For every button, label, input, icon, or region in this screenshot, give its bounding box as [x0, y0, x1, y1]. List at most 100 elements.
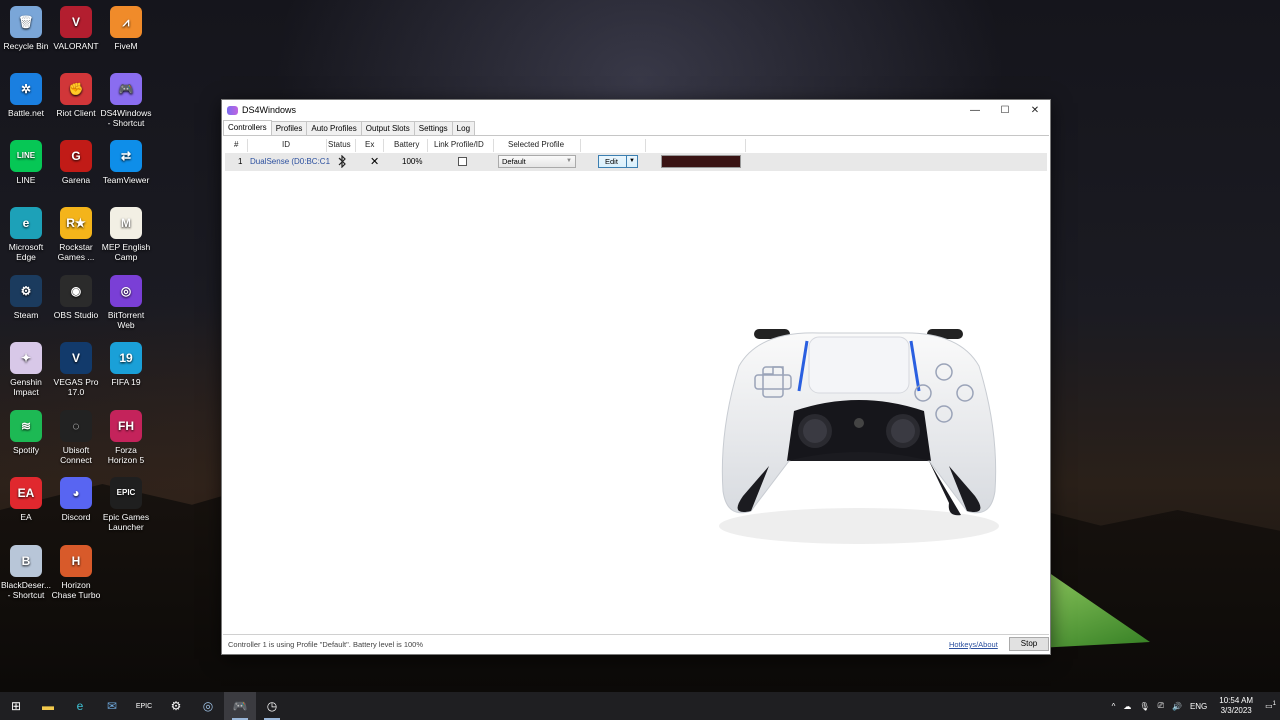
network-icon[interactable]: ⎚ [1158, 701, 1164, 711]
desktop-shortcut[interactable]: ◌ Ubisoft Connect [50, 410, 102, 465]
desktop-shortcut[interactable]: B BlackDeser... - Shortcut [0, 545, 52, 600]
desktop-shortcut-label: VALORANT [53, 41, 99, 51]
desktop-shortcut[interactable]: ✊ Riot Client [50, 73, 102, 118]
desktop-shortcut-label: OBS Studio [53, 310, 99, 320]
tab-output-slots[interactable]: Output Slots [360, 121, 415, 135]
desktop-shortcut[interactable]: LINE LINE [0, 140, 52, 185]
desktop-shortcut[interactable]: ✲ Battle.net [0, 73, 52, 118]
col-ex[interactable]: Ex [365, 140, 374, 149]
tab-settings[interactable]: Settings [413, 121, 453, 135]
desktop-shortcut[interactable]: ≋ Spotify [0, 410, 52, 455]
desktop-shortcut[interactable]: 19 FIFA 19 [100, 342, 152, 387]
desktop-shortcut[interactable]: ⩘ FiveM [100, 6, 152, 51]
microphone-icon[interactable]: 🎙 [1139, 702, 1149, 711]
garena-icon: G [60, 140, 92, 172]
desktop-shortcut[interactable]: 🎮 DS4Windows - Shortcut [100, 73, 152, 128]
desktop-shortcut[interactable]: H Horizon Chase Turbo [50, 545, 102, 600]
spotify-icon: ≋ [10, 410, 42, 442]
desktop-shortcut[interactable]: M MEP English Camp [100, 207, 152, 262]
desktop-shortcut[interactable]: G Garena [50, 140, 102, 185]
teamviewer-icon: ⇄ [110, 140, 142, 172]
link-profile-checkbox[interactable] [458, 157, 467, 166]
volume-icon[interactable]: 🔊 [1172, 702, 1182, 711]
desktop-shortcut[interactable]: FH Forza Horizon 5 [100, 410, 152, 465]
desktop-shortcut[interactable]: V VEGAS Pro 17.0 [50, 342, 102, 397]
desktop-shortcut-label: Riot Client [56, 108, 96, 118]
epic-taskbar-icon[interactable]: EPIC [128, 692, 160, 720]
col-status[interactable]: Status [328, 140, 351, 149]
selected-profile-dropdown[interactable]: Default ▼ [498, 155, 576, 168]
window-title: DS4Windows [242, 105, 297, 115]
notification-icon[interactable]: ▭1 [1265, 701, 1276, 711]
desktop-shortcut-label: BitTorrent Web [107, 310, 145, 330]
desktop-shortcut[interactable]: ⚙ Steam [0, 275, 52, 320]
cloud-icon[interactable]: ☁ [1123, 702, 1131, 711]
chevron-up-icon[interactable]: ^ [1112, 702, 1116, 711]
window-titlebar[interactable]: DS4Windows — ☐ ✕ [222, 100, 1050, 120]
edit-dropdown-arrow-icon[interactable]: ▼ [626, 156, 637, 167]
desktop-shortcut[interactable]: e Microsoft Edge [0, 207, 52, 262]
file-explorer-icon[interactable]: ▬ [32, 692, 64, 720]
desktop-shortcut[interactable]: V VALORANT [50, 6, 102, 51]
edge-icon: e [10, 207, 42, 239]
settings-gear-icon[interactable]: ⚙ [160, 692, 192, 720]
lightbar-color-button[interactable] [661, 155, 741, 168]
hotkeys-about-link[interactable]: Hotkeys/About [949, 640, 998, 649]
status-bar: Controller 1 is using Profile "Default".… [223, 634, 1049, 652]
close-icon[interactable]: ✕ [1020, 100, 1050, 120]
tab-profiles[interactable]: Profiles [270, 121, 308, 135]
taskbar: ⊞ ▬ e ✉ EPIC ⚙ ◎ 🎮 ◷ ^ ☁ 🎙 ⎚ 🔊 ENG 10:54… [0, 692, 1280, 720]
desktop-shortcut[interactable]: ◉ OBS Studio [50, 275, 102, 320]
col-index[interactable]: # [234, 140, 238, 149]
desktop-shortcut-label: Genshin Impact [10, 377, 42, 397]
steam-taskbar-icon[interactable]: ◎ [192, 692, 224, 720]
col-id[interactable]: ID [282, 140, 290, 149]
tab-log[interactable]: Log [451, 121, 476, 135]
mail-icon[interactable]: ✉ [96, 692, 128, 720]
battery-level: 100% [402, 157, 423, 166]
clock[interactable]: 10:54 AM 3/3/2023 [1219, 696, 1253, 716]
edge-taskbar-icon[interactable]: e [64, 692, 96, 720]
desktop-shortcut-label: FiveM [114, 41, 138, 51]
blackdesert-icon: B [10, 545, 42, 577]
language-indicator[interactable]: ENG [1190, 702, 1207, 711]
desktop-shortcut[interactable]: ⇄ TeamViewer [100, 140, 152, 185]
tab-auto-profiles[interactable]: Auto Profiles [306, 121, 362, 135]
minimize-icon[interactable]: — [960, 100, 990, 120]
dualsense-controller-image [719, 329, 999, 544]
fivem-icon: ⩘ [110, 6, 142, 38]
col-battery[interactable]: Battery [394, 140, 419, 149]
desktop-shortcut[interactable]: EA EA [0, 477, 52, 522]
desktop-shortcut[interactable]: ◎ BitTorrent Web [100, 275, 152, 330]
controller-id: DualSense (D0:BC:C1 [250, 157, 331, 166]
clock-time: 10:54 AM [1219, 696, 1254, 705]
forza-icon: FH [110, 410, 142, 442]
ds4windows-taskbar-icon[interactable]: 🎮 [224, 692, 256, 720]
tab-controllers[interactable]: Controllers [223, 120, 272, 135]
desktop-shortcut-label: Epic Games Launcher [102, 512, 150, 532]
desktop-shortcut[interactable]: ✦ Genshin Impact [0, 342, 52, 397]
desktop-icon-grid: 🗑 Recycle Bin V VALORANT ⩘ FiveM ✲ Battle.net ✊ R… [0, 0, 160, 690]
edit-profile-button[interactable]: Edit ▼ [598, 155, 638, 168]
desktop-shortcut-label: BlackDeser... - Shortcut [0, 580, 52, 600]
maximize-icon[interactable]: ☐ [990, 100, 1020, 120]
tab-strip: Controllers Profiles Auto Profiles Outpu… [223, 120, 476, 136]
desktop-shortcut[interactable]: EPIC Epic Games Launcher [100, 477, 152, 532]
desktop-shortcut[interactable]: 🗑 Recycle Bin [0, 6, 52, 51]
epic-games-icon: EPIC [110, 477, 142, 509]
ds4windows-window: DS4Windows — ☐ ✕ Controllers Profiles Au… [221, 99, 1051, 655]
clock-date: 3/3/2023 [1220, 706, 1252, 715]
desktop-shortcut-label: Steam [13, 310, 39, 320]
windows-start-icon[interactable]: ⊞ [0, 692, 32, 720]
col-link-profile[interactable]: Link Profile/ID [434, 140, 484, 149]
bluetooth-glyph-icon [338, 155, 346, 168]
desktop-shortcut-label: Discord [61, 512, 91, 522]
col-selected-profile[interactable]: Selected Profile [508, 140, 564, 149]
ea-icon: EA [10, 477, 42, 509]
clock-app-taskbar-icon[interactable]: ◷ [256, 692, 288, 720]
desktop-shortcut[interactable]: R★ Rockstar Games ... [50, 207, 102, 262]
desktop-shortcut[interactable]: ◕ Discord [50, 477, 102, 522]
controller-row[interactable]: 1 DualSense (D0:BC:C1 ᛫ ✕ 100% Default ▼… [225, 153, 1047, 171]
ds4windows-app-icon [227, 105, 238, 115]
stop-button[interactable]: Stop [1009, 637, 1049, 651]
